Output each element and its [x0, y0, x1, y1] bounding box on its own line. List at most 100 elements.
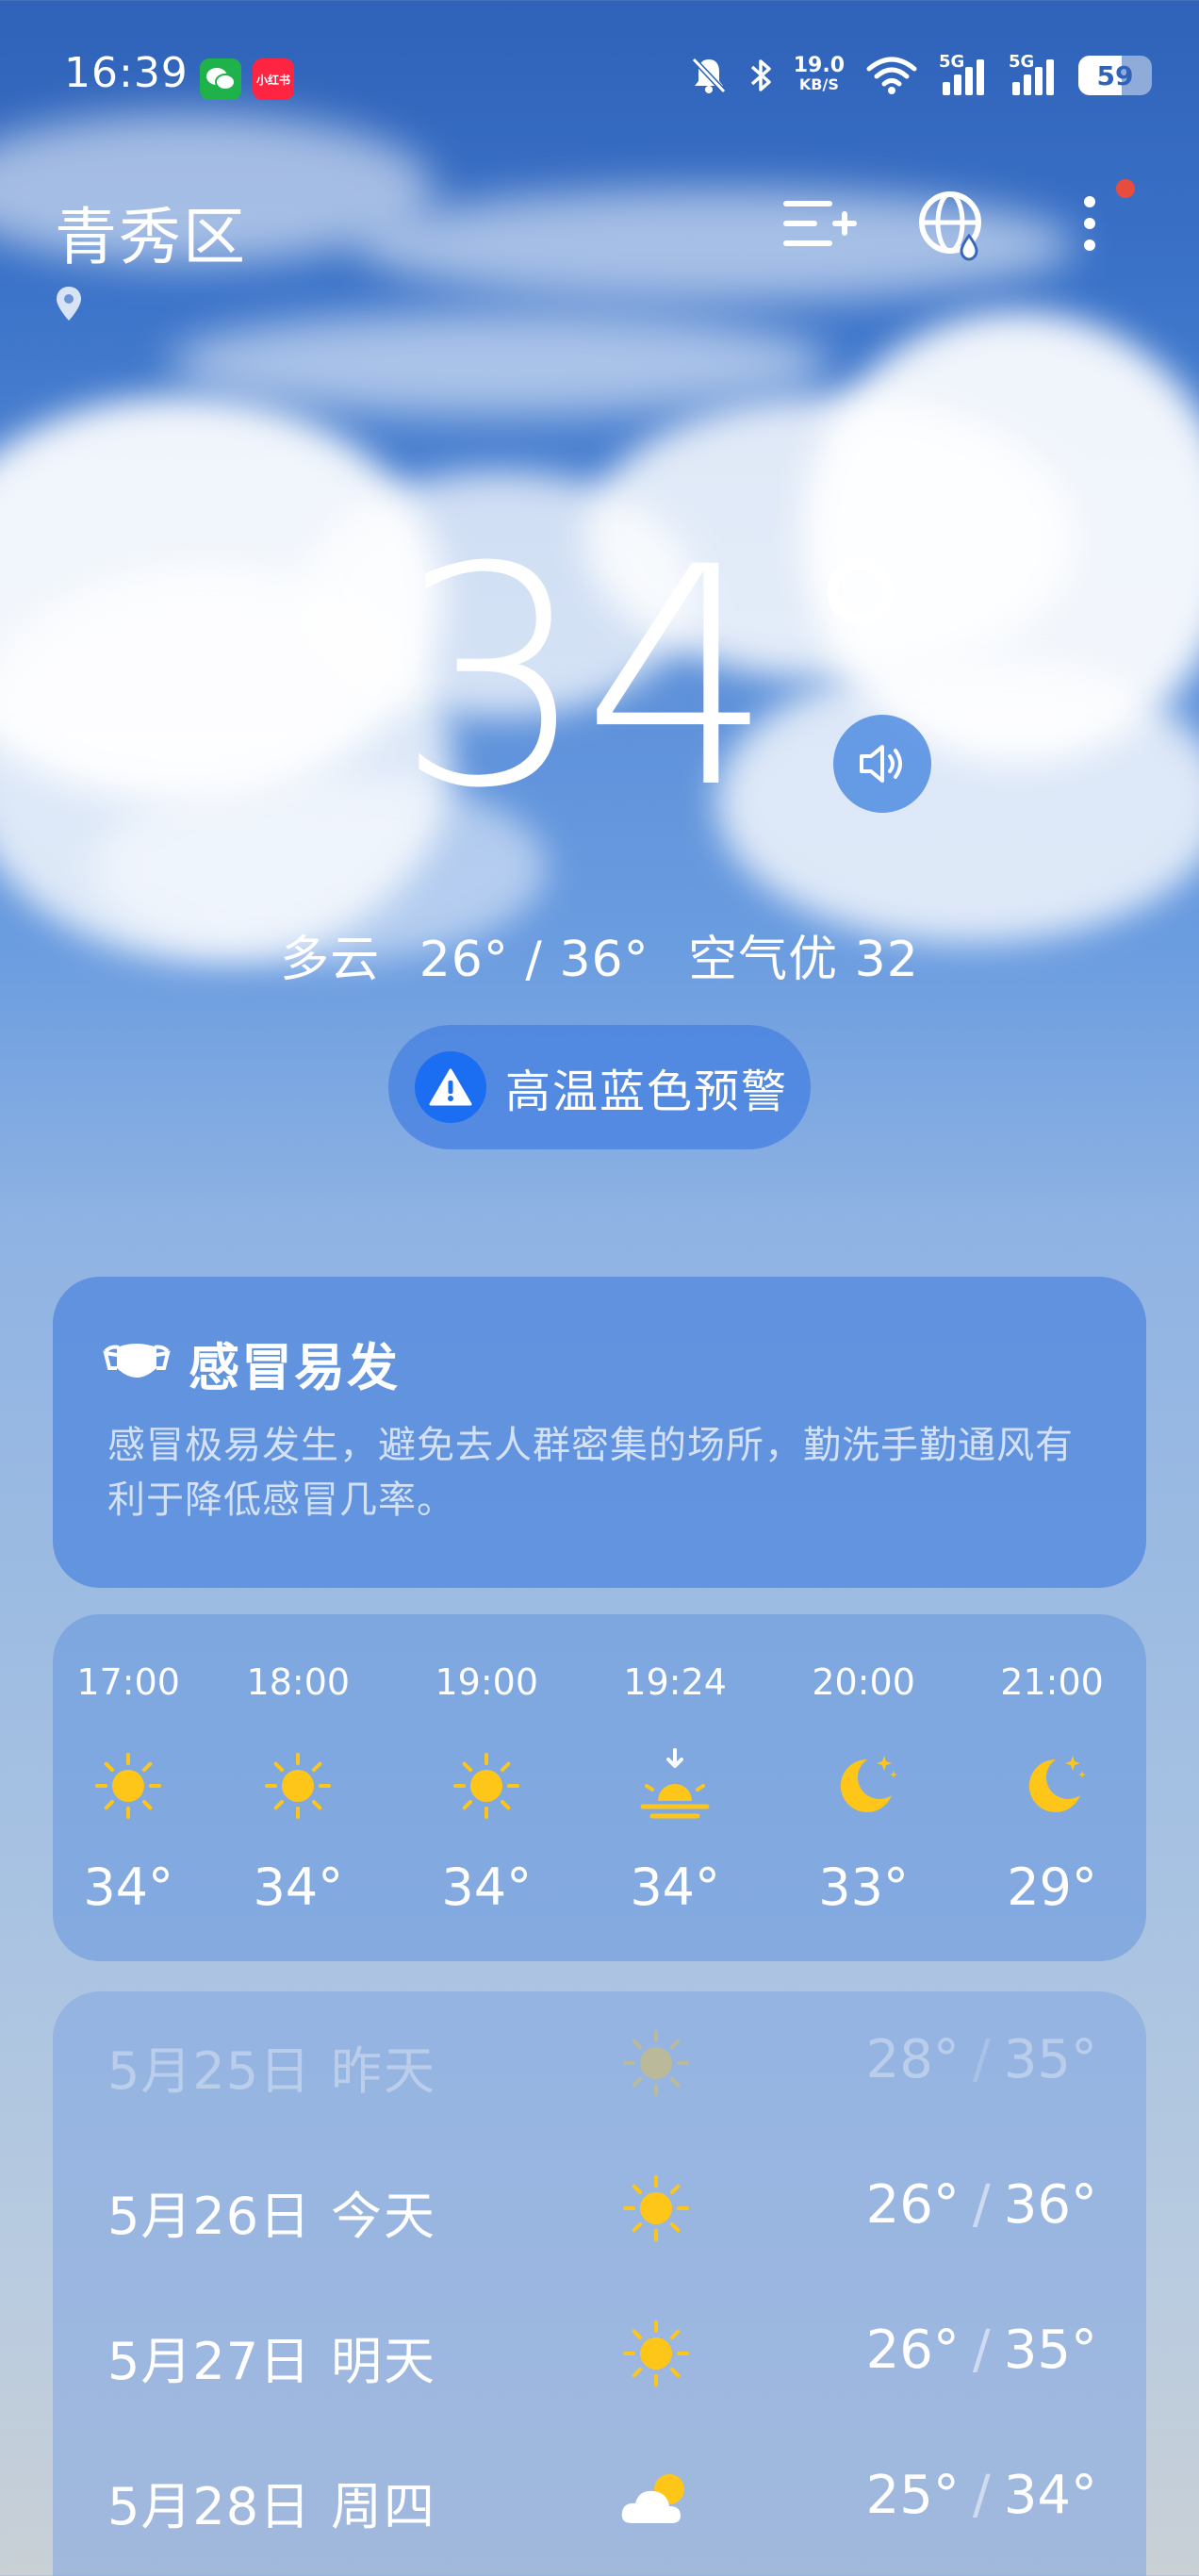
day-temp-range: 25°/34°: [866, 2465, 1097, 2526]
more-options-icon[interactable]: [1048, 181, 1109, 266]
warning-icon: [415, 1051, 486, 1123]
range-separator: /: [525, 932, 543, 988]
temp-range: 26° / 36°: [419, 932, 649, 988]
day-temp-range: 26°/35°: [866, 2320, 1097, 2381]
day-date: 5月27日: [107, 2332, 312, 2391]
day-high: 36°: [1003, 2174, 1097, 2236]
hour-temp: 29°: [1007, 1858, 1097, 1917]
wechat-icon: [200, 58, 241, 100]
day-temp-range: 26°/36°: [866, 2174, 1097, 2236]
status-bar: 16:39 小红书 19.0 KB/S 5G 5G 59: [0, 0, 1199, 156]
hourly-item: 20:00 33°: [769, 1614, 958, 1961]
moon-icon: [1014, 1748, 1090, 1824]
hourly-list: 17:00 34° 18:00 34° 19:00 34° 19:24 34° …: [53, 1614, 1146, 1961]
tip-body: 感冒极易发生，避免去人群密集的场所，勤洗手勤通风有利于降低感冒几率。: [107, 1424, 1074, 1522]
hourly-item: 18:00 34°: [204, 1614, 392, 1961]
hour-temp: 33°: [818, 1858, 909, 1917]
status-time: 16:39: [64, 49, 189, 97]
warning-label: 高温蓝色预警: [505, 1065, 789, 1118]
day-label: 明天: [331, 2332, 436, 2391]
sun-icon: [449, 1748, 524, 1824]
weather-summary: 多云 26° / 36° 空气优 32: [0, 919, 1199, 990]
condition-text: 多云: [280, 932, 381, 988]
range-high: 36°: [559, 932, 649, 988]
hourly-item: 19:24 34°: [581, 1614, 769, 1961]
signal-1-label: 5G: [939, 52, 965, 72]
signal-strength-2: 5G: [1009, 52, 1058, 99]
mask-icon: [103, 1343, 171, 1378]
hourly-item: 17:00 34°: [53, 1614, 204, 1961]
current-temperature: 34: [396, 504, 774, 854]
range-low: 26°: [419, 932, 509, 988]
network-speed-value: 19.0: [793, 54, 845, 77]
day-temp-range: 28°/35°: [866, 2029, 1097, 2090]
day-date: 5月25日: [107, 2041, 312, 2101]
day-separator: /: [972, 2465, 991, 2526]
day-high: 34°: [1003, 2465, 1097, 2526]
health-tip-card[interactable]: 感冒易发 感冒极易发生，避免去人群密集的场所，勤洗手勤通风有利于降低感冒几率。: [53, 1277, 1146, 1588]
hourly-item: 21:00 29°: [958, 1614, 1146, 1961]
speaker-button[interactable]: [833, 715, 931, 813]
mute-icon: [691, 57, 726, 94]
day-separator: /: [972, 2174, 991, 2236]
hour-time: 21:00: [1000, 1661, 1104, 1703]
air-quality-text[interactable]: 空气优 32: [688, 932, 919, 988]
day-date: 5月28日: [107, 2477, 312, 2536]
signal-2-label: 5G: [1009, 52, 1035, 72]
location-pin-icon: [55, 285, 83, 326]
hour-temp: 34°: [83, 1858, 174, 1917]
signal-strength-1: 5G: [939, 52, 988, 99]
day-label: 周四: [331, 2477, 436, 2536]
day-separator: /: [972, 2320, 991, 2381]
hour-time: 18:00: [246, 1661, 351, 1703]
xiaohongshu-icon: 小红书: [253, 58, 294, 100]
hourly-item: 19:00 34°: [392, 1614, 581, 1961]
network-speed: 19.0 KB/S: [793, 54, 845, 94]
sun-icon: [618, 2025, 694, 2101]
xiaohongshu-label: 小红书: [255, 73, 290, 87]
city-name[interactable]: 青秀区: [55, 187, 247, 277]
day-low: 26°: [865, 2320, 960, 2381]
hour-temp: 34°: [441, 1858, 533, 1917]
tip-title: 感冒易发: [189, 1338, 400, 1397]
hourly-forecast-card[interactable]: 17:00 34° 18:00 34° 19:00 34° 19:24 34° …: [53, 1614, 1146, 1961]
day-low: 25°: [865, 2465, 960, 2526]
daily-row-thursday[interactable]: 5月28日 周四 25°/34°: [53, 2427, 1146, 2572]
hour-time: 17:00: [76, 1661, 180, 1703]
heat-warning-button[interactable]: 高温蓝色预警: [388, 1025, 811, 1149]
day-separator: /: [972, 2029, 991, 2090]
day-low: 28°: [865, 2029, 960, 2090]
add-city-icon[interactable]: [773, 181, 858, 266]
sun-icon: [618, 2171, 694, 2246]
degree-symbol: [828, 558, 894, 624]
sun-icon: [618, 2316, 694, 2391]
day-label: 今天: [331, 2187, 436, 2246]
sunset-icon: [637, 1748, 713, 1824]
bluetooth-icon: [750, 59, 771, 91]
day-label: 昨天: [331, 2041, 436, 2101]
partly-cloudy-icon: [618, 2461, 694, 2536]
battery-level: 59: [1096, 59, 1134, 91]
hour-time: 19:24: [623, 1661, 727, 1703]
daily-row-yesterday[interactable]: 5月25日 昨天 28°/35°: [53, 1991, 1146, 2137]
notification-dot: [1116, 179, 1135, 198]
day-date: 5月26日: [107, 2187, 312, 2246]
sun-icon: [90, 1748, 166, 1824]
hour-temp: 34°: [630, 1858, 721, 1917]
globe-icon[interactable]: [911, 181, 995, 266]
speaker-icon: [860, 745, 902, 783]
battery-indicator: 59: [1078, 56, 1152, 95]
day-high: 35°: [1003, 2029, 1097, 2090]
network-speed-unit: KB/S: [798, 75, 839, 93]
moon-icon: [826, 1748, 901, 1824]
daily-row-tomorrow[interactable]: 5月27日 明天 26°/35°: [53, 2282, 1146, 2427]
daily-forecast-card[interactable]: 5月25日 昨天 28°/35° 5月26日 今天 26°/36° 5月27日 …: [53, 1991, 1146, 2576]
hour-temp: 34°: [253, 1858, 344, 1917]
hour-time: 20:00: [812, 1661, 915, 1703]
day-high: 35°: [1003, 2320, 1097, 2381]
day-low: 26°: [865, 2174, 960, 2236]
wifi-icon: [866, 57, 917, 94]
daily-row-today[interactable]: 5月26日 今天 26°/36°: [53, 2137, 1146, 2282]
hour-time: 19:00: [435, 1661, 538, 1703]
sun-icon: [260, 1748, 336, 1824]
